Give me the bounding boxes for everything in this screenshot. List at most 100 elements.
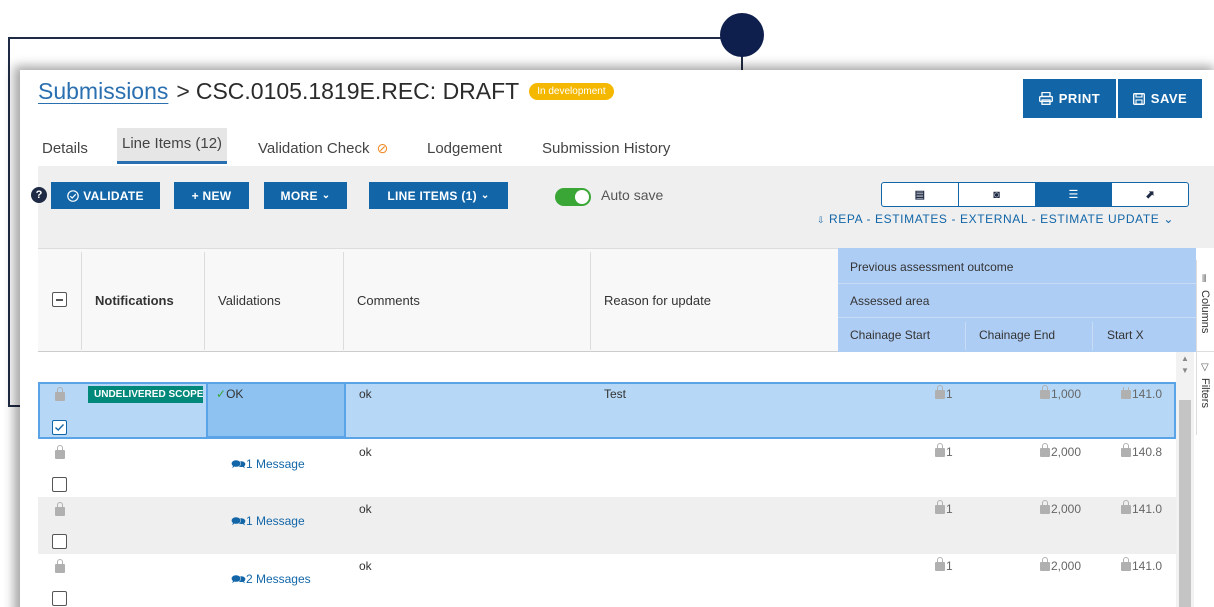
validate-button[interactable]: VALIDATE xyxy=(51,182,160,209)
scrollbar-thumb[interactable] xyxy=(1179,400,1191,607)
view-selector-label: REPA - ESTIMATES - EXTERNAL - ESTIMATE U… xyxy=(829,212,1160,226)
breadcrumb-separator: > xyxy=(176,78,190,104)
validation-messages-link[interactable]: 🗪1 Message xyxy=(231,455,305,476)
header-comments[interactable]: Comments xyxy=(357,293,420,308)
validation-messages-link[interactable]: 🗪1 Message xyxy=(231,512,305,533)
auto-save-toggle[interactable] xyxy=(555,188,591,206)
table-row[interactable] xyxy=(38,554,1176,607)
view-mode-external[interactable]: ⬈ xyxy=(1112,183,1188,206)
lock-icon xyxy=(1121,387,1131,399)
filters-panel-toggle[interactable]: ▽ Filters xyxy=(1197,354,1214,434)
submission-title: CSC.0105.1819E.REC: DRAFT xyxy=(195,78,520,104)
validation-messages-text: 1 Message xyxy=(245,457,305,471)
chevron-down-icon: ⌄ xyxy=(321,190,331,201)
open-external-icon: ⬈ xyxy=(1145,189,1155,201)
chainage-end-cell: 2,000 xyxy=(1040,500,1081,516)
undelivered-scope-tag: UNDELIVERED SCOPE xyxy=(88,386,203,403)
chainage-start-value: 1 xyxy=(946,559,953,573)
header-chainage-end[interactable]: Chainage End xyxy=(979,328,1055,342)
comment-cell[interactable]: ok xyxy=(359,502,372,516)
comment-cell[interactable]: ok xyxy=(359,387,372,401)
lock-icon xyxy=(935,500,945,514)
lock-icon xyxy=(55,445,65,459)
tab-validation-check[interactable]: Validation Check ⊘ xyxy=(258,140,388,157)
print-button[interactable]: PRINT xyxy=(1023,79,1116,118)
page-title: Submissions > CSC.0105.1819E.REC: DRAFT … xyxy=(38,78,614,105)
comment-icon: 🗪 xyxy=(231,457,246,471)
columns-panel-label: Columns xyxy=(1199,290,1211,334)
start-x-cell: 141.0 xyxy=(1121,387,1173,401)
chainage-start-value: 1 xyxy=(946,387,953,401)
tab-lodgement[interactable]: Lodgement xyxy=(427,140,502,157)
table-row[interactable] xyxy=(38,440,1176,497)
more-button[interactable]: MORE ⌄ xyxy=(264,182,347,209)
save-button[interactable]: SAVE xyxy=(1118,79,1202,118)
header-chainage-start[interactable]: Chainage Start xyxy=(850,328,930,342)
row-checkbox[interactable] xyxy=(52,534,67,549)
view-selector[interactable]: ⇩ REPA - ESTIMATES - EXTERNAL - ESTIMATE… xyxy=(817,212,1174,226)
columns-panel-toggle[interactable]: ⦀ Columns xyxy=(1197,260,1214,352)
chainage-end-value: 2,000 xyxy=(1051,559,1082,573)
comment-cell[interactable]: ok xyxy=(359,445,372,459)
chainage-start-cell: 1 xyxy=(935,385,953,401)
select-all-checkbox[interactable] xyxy=(52,292,67,307)
comment-icon: 🗪 xyxy=(231,572,246,586)
breadcrumb-submissions-link[interactable]: Submissions xyxy=(38,78,168,105)
header-notifications[interactable]: Notifications xyxy=(95,293,174,308)
chainage-start-cell: 1 xyxy=(935,500,953,516)
grid-header-divider xyxy=(838,317,1196,318)
row-checkbox[interactable] xyxy=(52,477,67,492)
comment-icon: 🗪 xyxy=(231,514,246,528)
tab-submission-history[interactable]: Submission History xyxy=(542,140,670,157)
tab-line-items[interactable]: Line Items (12) xyxy=(117,128,228,164)
line-items-button[interactable]: LINE ITEMS (1) ⌄ xyxy=(369,182,508,209)
line-items-button-label: LINE ITEMS (1) xyxy=(387,188,477,203)
side-panel: ⦀ Columns ▽ Filters xyxy=(1196,260,1214,435)
view-mode-list[interactable]: ☰ xyxy=(1035,183,1113,206)
chevron-down-icon: ⌄ xyxy=(1163,212,1174,226)
scroll-down-arrow-icon[interactable]: ▼ xyxy=(1181,366,1189,375)
callout-line-left xyxy=(8,37,10,407)
status-badge: In development xyxy=(529,83,614,100)
column-divider xyxy=(343,252,344,350)
row-checkbox[interactable] xyxy=(52,420,67,435)
reason-cell[interactable]: Test xyxy=(604,387,626,401)
validation-ok: ✓OK xyxy=(216,387,243,401)
start-x-value: 141.0 xyxy=(1132,387,1163,401)
chainage-end-cell: 1,000 xyxy=(1040,385,1081,401)
callout-line-top xyxy=(8,37,742,39)
view-mode-form[interactable]: ▤ xyxy=(882,183,959,206)
pin-icon: ⇩ xyxy=(816,215,826,225)
camera-icon: ◙ xyxy=(993,188,1000,201)
header-reason-for-update[interactable]: Reason for update xyxy=(604,293,711,308)
view-mode-camera[interactable]: ◙ xyxy=(959,183,1036,206)
validation-messages-link[interactable]: 🗪2 Messages xyxy=(231,570,311,591)
new-button[interactable]: + NEW xyxy=(174,182,249,209)
columns-icon: ⦀ xyxy=(1202,274,1207,285)
filter-icon: ▽ xyxy=(1201,362,1209,373)
check-icon: ✓ xyxy=(216,387,227,401)
column-divider xyxy=(965,322,966,350)
chainage-end-value: 2,000 xyxy=(1051,445,1082,459)
chainage-start-cell: 1 xyxy=(935,557,953,573)
column-divider xyxy=(204,252,205,350)
callout-marker-large xyxy=(720,13,764,57)
toggle-knob xyxy=(575,190,589,204)
comment-cell[interactable]: ok xyxy=(359,559,372,573)
table-row[interactable] xyxy=(38,497,1176,554)
row-checkbox[interactable] xyxy=(52,591,67,606)
chainage-end-cell: 2,000 xyxy=(1040,557,1082,573)
header-validations[interactable]: Validations xyxy=(218,293,281,308)
start-x-value: 141.0 xyxy=(1132,559,1163,573)
help-icon[interactable]: ? xyxy=(31,187,47,203)
start-x-cell: 140.8 xyxy=(1121,443,1162,459)
lock-icon xyxy=(1121,443,1131,457)
tab-details[interactable]: Details xyxy=(42,140,88,157)
scroll-up-arrow-icon[interactable]: ▲ xyxy=(1181,354,1189,363)
vertical-scrollbar[interactable]: ▲ ▼ xyxy=(1176,352,1194,607)
lock-icon xyxy=(935,443,945,457)
chainage-start-cell: 1 xyxy=(935,443,953,459)
print-button-label: PRINT xyxy=(1058,91,1101,106)
header-start-x[interactable]: Start X xyxy=(1107,328,1144,342)
header-assessed-area: Assessed area xyxy=(850,294,930,308)
